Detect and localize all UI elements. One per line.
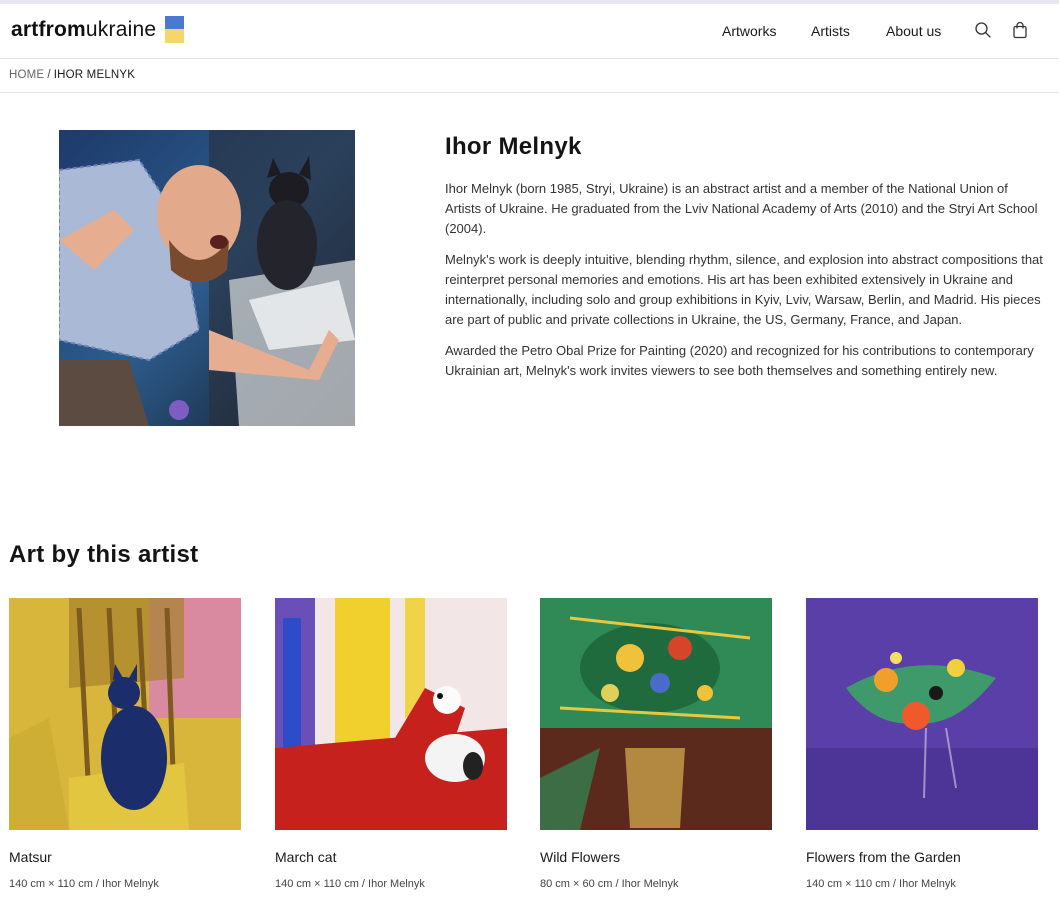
artwork-image[interactable] xyxy=(540,598,772,830)
artwork-image[interactable] xyxy=(806,598,1038,830)
breadcrumb-home[interactable]: HOME xyxy=(9,69,44,81)
artwork-title[interactable]: Matsur xyxy=(9,849,241,865)
nav-artworks[interactable]: Artworks xyxy=(722,23,776,39)
shopping-bag-icon[interactable] xyxy=(1011,21,1029,39)
nav-about-us[interactable]: About us xyxy=(886,23,941,39)
artwork-card[interactable]: Flowers from the Garden 140 cm × 110 cm … xyxy=(806,598,1038,890)
artwork-meta: 80 cm × 60 cm / Ihor Melnyk xyxy=(540,878,679,890)
bio-paragraph-1: Ihor Melnyk (born 1985, Stryi, Ukraine) … xyxy=(445,181,1038,236)
breadcrumb-bar: HOME / IHOR MELNYK xyxy=(0,59,1059,93)
logo-bold: artfrom xyxy=(11,18,86,41)
logo-wordmark: artfromukraine xyxy=(11,16,156,44)
artwork-card[interactable]: Wild Flowers 80 cm × 60 cm / Ihor Melnyk xyxy=(540,598,772,890)
search-icon[interactable] xyxy=(974,21,992,39)
logo-light: ukraine xyxy=(85,18,157,41)
breadcrumb-separator: / xyxy=(47,69,51,81)
bio-paragraph-3: Awarded the Petro Obal Prize for Paintin… xyxy=(445,343,1034,378)
breadcrumb-current: IHOR MELNYK xyxy=(53,69,136,81)
artwork-title[interactable]: Wild Flowers xyxy=(540,849,772,865)
artwork-image[interactable] xyxy=(275,598,507,830)
breadcrumb: HOME / IHOR MELNYK xyxy=(9,69,135,81)
site-logo[interactable]: artfromukraine xyxy=(11,16,185,46)
artwork-meta: 140 cm × 110 cm / Ihor Melnyk xyxy=(9,878,159,890)
artwork-meta: 140 cm × 110 cm / Ihor Melnyk xyxy=(275,878,425,890)
artwork-image[interactable] xyxy=(9,598,241,830)
artwork-card[interactable]: March cat 140 cm × 110 cm / Ihor Melnyk xyxy=(275,598,507,890)
nav-artists[interactable]: Artists xyxy=(811,23,850,39)
bio-paragraph-2: Melnyk's work is deeply intuitive, blend… xyxy=(445,252,1043,327)
ukraine-flag-icon xyxy=(165,16,185,43)
section-title: Art by this artist xyxy=(9,541,199,568)
artwork-title[interactable]: Flowers from the Garden xyxy=(806,849,1038,865)
site-header: artfromukraine Artworks Artists About us xyxy=(0,4,1059,59)
artist-bio: Ihor Melnyk Ihor Melnyk (born 1985, Stry… xyxy=(445,131,1045,392)
artwork-meta: 140 cm × 110 cm / Ihor Melnyk xyxy=(806,878,956,890)
artwork-title[interactable]: March cat xyxy=(275,849,507,865)
artwork-card[interactable]: Matsur 140 cm × 110 cm / Ihor Melnyk xyxy=(9,598,241,890)
artist-name: Ihor Melnyk xyxy=(445,133,582,160)
artist-photo xyxy=(59,130,355,426)
